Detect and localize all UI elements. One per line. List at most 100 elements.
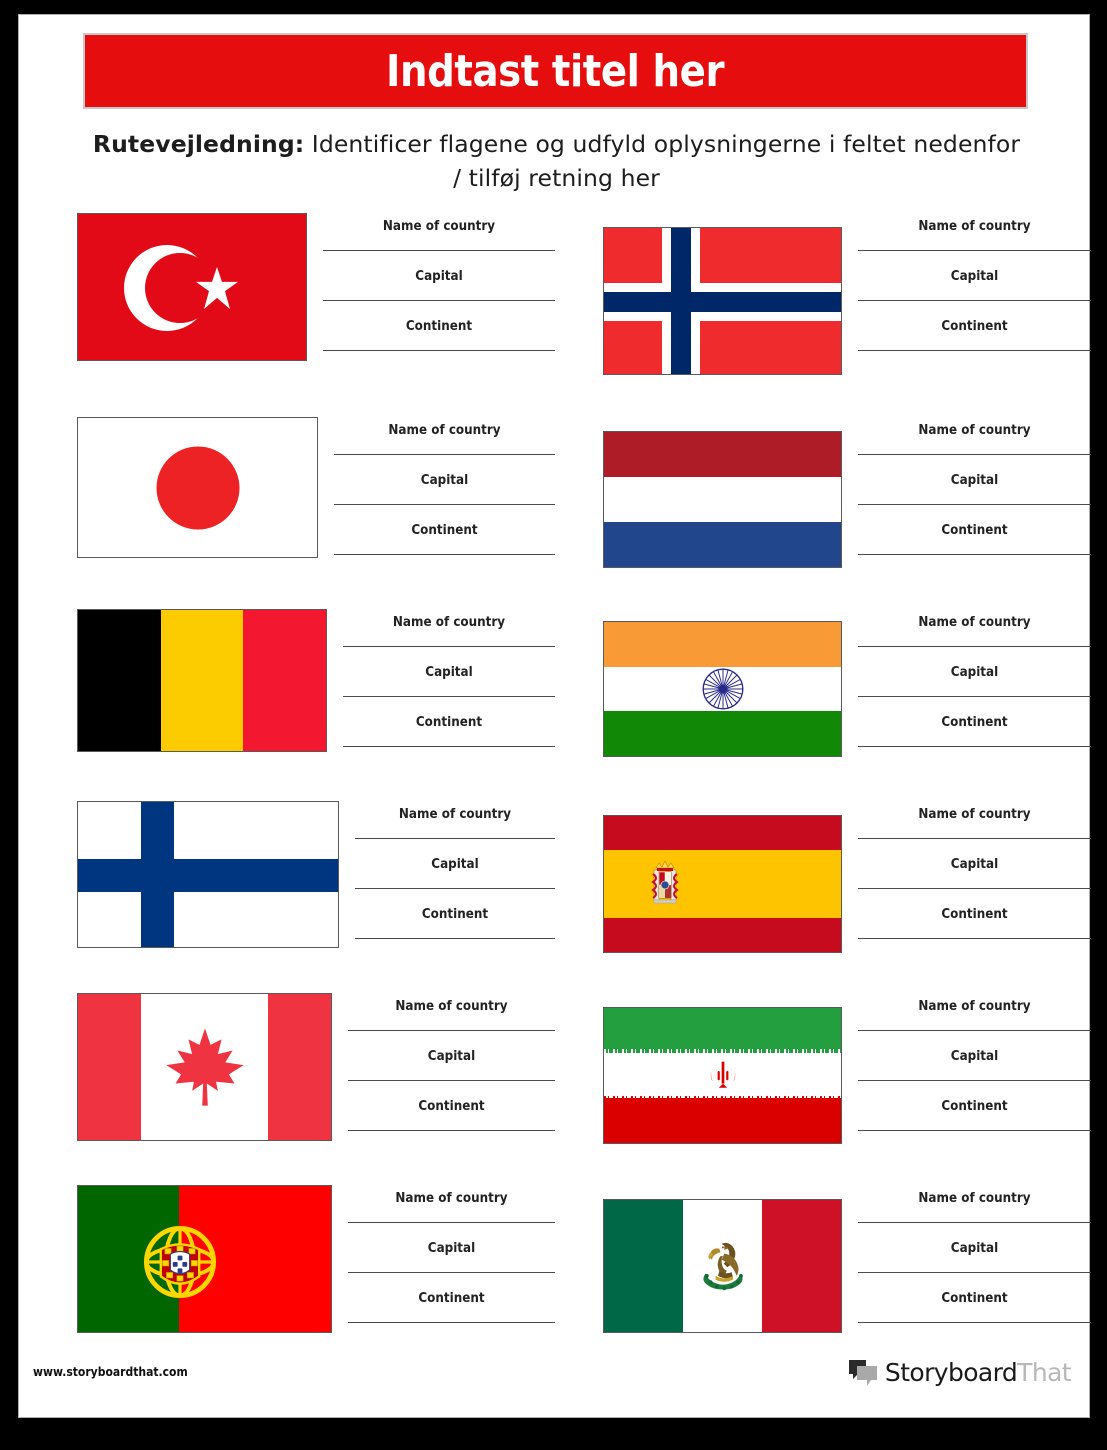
answer-line[interactable] xyxy=(348,1272,555,1273)
answer-line[interactable] xyxy=(858,250,1091,251)
field-capital[interactable]: Capital xyxy=(348,1049,555,1081)
field-continent[interactable]: Continent xyxy=(858,523,1091,555)
field-name-of-country[interactable]: Name of country xyxy=(343,615,555,647)
answer-line[interactable] xyxy=(348,1030,555,1031)
answer-line[interactable] xyxy=(858,1030,1091,1031)
portugal-flag-holder xyxy=(77,1185,332,1333)
field-capital[interactable]: Capital xyxy=(323,269,555,301)
answer-line[interactable] xyxy=(343,646,555,647)
answer-line[interactable] xyxy=(348,1322,555,1323)
field-continent[interactable]: Continent xyxy=(348,1099,555,1131)
answer-line[interactable] xyxy=(858,888,1091,889)
answer-line[interactable] xyxy=(323,250,555,251)
answer-line[interactable] xyxy=(334,504,555,505)
answer-line[interactable] xyxy=(348,1130,555,1131)
answer-line[interactable] xyxy=(323,300,555,301)
field-name-of-country[interactable]: Name of country xyxy=(858,423,1091,455)
answer-line[interactable] xyxy=(334,454,555,455)
field-capital[interactable]: Capital xyxy=(858,473,1091,505)
answer-line[interactable] xyxy=(343,696,555,697)
instructions[interactable]: Rutevejledning: Identificer flagene og u… xyxy=(89,127,1024,195)
flag-card-japan: Name of country Capital Continent xyxy=(19,417,555,573)
field-continent[interactable]: Continent xyxy=(348,1291,555,1323)
field-name-of-country[interactable]: Name of country xyxy=(858,807,1091,839)
answer-line[interactable] xyxy=(858,504,1091,505)
answer-line[interactable] xyxy=(348,1222,555,1223)
footer-url[interactable]: www.storyboardthat.com xyxy=(33,1365,188,1379)
answer-line[interactable] xyxy=(355,938,555,939)
answer-line[interactable] xyxy=(858,300,1091,301)
field-continent[interactable]: Continent xyxy=(858,319,1091,351)
answer-line[interactable] xyxy=(858,646,1091,647)
field-name-of-country[interactable]: Name of country xyxy=(858,999,1091,1031)
field-name-of-country[interactable]: Name of country xyxy=(323,219,555,251)
fields-netherlands: Name of country Capital Continent xyxy=(842,417,1091,573)
japan-flag-holder xyxy=(77,417,318,558)
logo-primary: Storyboard xyxy=(884,1358,1018,1387)
answer-line[interactable] xyxy=(858,746,1091,747)
japan-flag xyxy=(77,417,318,558)
answer-line[interactable] xyxy=(334,554,555,555)
canada-flag xyxy=(77,993,332,1141)
answer-line[interactable] xyxy=(858,350,1091,351)
field-capital[interactable]: Capital xyxy=(334,473,555,505)
field-capital[interactable]: Capital xyxy=(858,857,1091,889)
field-capital[interactable]: Capital xyxy=(858,1241,1091,1273)
field-continent[interactable]: Continent xyxy=(355,907,555,939)
answer-line[interactable] xyxy=(355,838,555,839)
answer-line[interactable] xyxy=(348,1080,555,1081)
field-label: Name of country xyxy=(918,615,1031,630)
field-label: Name of country xyxy=(918,1191,1031,1206)
answer-line[interactable] xyxy=(343,746,555,747)
field-continent[interactable]: Continent xyxy=(858,907,1091,939)
field-capital[interactable]: Capital xyxy=(858,269,1091,301)
answer-line[interactable] xyxy=(858,838,1091,839)
field-name-of-country[interactable]: Name of country xyxy=(348,999,555,1031)
field-capital[interactable]: Capital xyxy=(343,665,555,697)
field-continent[interactable]: Continent xyxy=(858,1291,1091,1323)
answer-line[interactable] xyxy=(858,454,1091,455)
answer-line[interactable] xyxy=(858,1322,1091,1323)
india-flag-holder xyxy=(603,609,842,757)
storyboardthat-logo[interactable]: StoryboardThat xyxy=(848,1358,1072,1387)
fields-canada: Name of country Capital Continent xyxy=(332,993,555,1149)
field-name-of-country[interactable]: Name of country xyxy=(334,423,555,455)
field-name-of-country[interactable]: Name of country xyxy=(858,1191,1091,1223)
field-capital[interactable]: Capital xyxy=(348,1241,555,1273)
fields-iran: Name of country Capital Continent xyxy=(842,993,1091,1149)
answer-line[interactable] xyxy=(858,1272,1091,1273)
fields-finland: Name of country Capital Continent xyxy=(339,801,555,957)
field-label: Capital xyxy=(950,1049,999,1064)
answer-line[interactable] xyxy=(858,938,1091,939)
field-name-of-country[interactable]: Name of country xyxy=(858,219,1091,251)
iran-script-bottom xyxy=(604,1096,841,1102)
answer-line[interactable] xyxy=(858,696,1091,697)
answer-line[interactable] xyxy=(858,1080,1091,1081)
fields-spain: Name of country Capital Continent xyxy=(842,801,1091,957)
field-continent[interactable]: Continent xyxy=(334,523,555,555)
field-name-of-country[interactable]: Name of country xyxy=(858,615,1091,647)
worksheet-row: Name of country Capital Continent Name o… xyxy=(19,1185,1091,1341)
field-name-of-country[interactable]: Name of country xyxy=(348,1191,555,1223)
flag-card-iran: Name of country Capital Continent xyxy=(555,993,1091,1149)
field-continent[interactable]: Continent xyxy=(323,319,555,351)
field-label: Capital xyxy=(425,665,473,680)
field-capital[interactable]: Capital xyxy=(355,857,555,889)
spain-flag xyxy=(603,815,842,953)
answer-line[interactable] xyxy=(355,888,555,889)
field-capital[interactable]: Capital xyxy=(858,665,1091,697)
field-label: Continent xyxy=(418,1099,485,1114)
answer-line[interactable] xyxy=(858,1222,1091,1223)
title-banner[interactable]: Indtast titel her xyxy=(83,33,1028,109)
field-continent[interactable]: Continent xyxy=(858,1099,1091,1131)
flag-card-spain: Name of country Capital Continent xyxy=(555,801,1091,957)
answer-line[interactable] xyxy=(858,1130,1091,1131)
field-name-of-country[interactable]: Name of country xyxy=(355,807,555,839)
answer-line[interactable] xyxy=(323,350,555,351)
field-continent[interactable]: Continent xyxy=(343,715,555,747)
field-capital[interactable]: Capital xyxy=(858,1049,1091,1081)
field-label: Continent xyxy=(941,319,1008,334)
answer-line[interactable] xyxy=(858,554,1091,555)
field-continent[interactable]: Continent xyxy=(858,715,1091,747)
instructions-body: Identificer flagene og udfyld oplysninge… xyxy=(304,130,1021,192)
